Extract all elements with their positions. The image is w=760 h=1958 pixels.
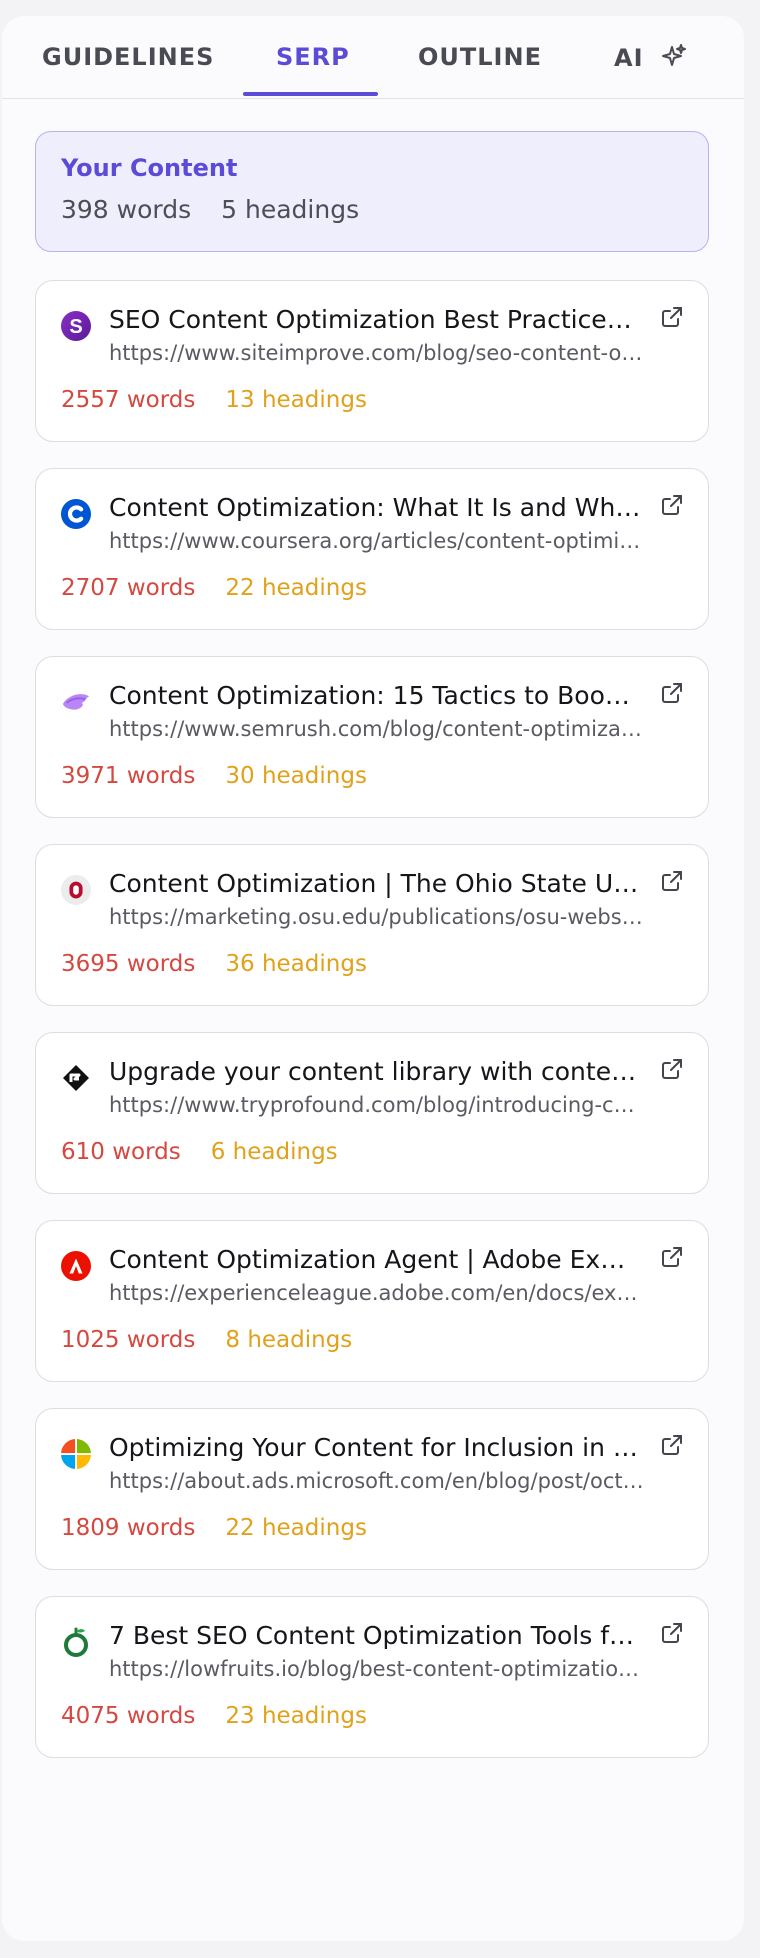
external-link-icon[interactable]: [660, 1245, 684, 1269]
result-word-count: 1025 words: [61, 1327, 196, 1353]
your-content-headings: 5 headings: [221, 195, 360, 224]
result-stats: 2557 words 13 headings: [61, 387, 367, 413]
result-heading-count: 22 headings: [225, 575, 367, 601]
svg-text:S: S: [69, 316, 82, 338]
your-content-title: Your Content: [61, 154, 238, 182]
coursera-logo-icon: [61, 499, 91, 529]
result-word-count: 4075 words: [61, 1703, 196, 1729]
external-link-icon[interactable]: [660, 493, 684, 517]
your-content-words: 398 words: [61, 195, 192, 224]
result-title[interactable]: Content Optimization: What It Is and Why…: [109, 493, 641, 522]
tab-ai[interactable]: AI: [614, 43, 687, 75]
result-url[interactable]: https://www.tryprofound.com/blog/introdu…: [109, 1093, 647, 1117]
result-heading-count: 22 headings: [225, 1515, 367, 1541]
result-heading-count: 13 headings: [225, 387, 367, 413]
lowfruits-logo-icon: [61, 1627, 91, 1657]
result-url[interactable]: https://www.semrush.com/blog/content-opt…: [109, 717, 647, 741]
tab-ai-label: AI: [614, 44, 644, 72]
result-title[interactable]: SEO Content Optimization Best Practices …: [109, 305, 641, 334]
active-tab-indicator: [243, 92, 378, 96]
external-link-icon[interactable]: [660, 1433, 684, 1457]
result-word-count: 2707 words: [61, 575, 196, 601]
external-link-icon[interactable]: [660, 869, 684, 893]
result-word-count: 2557 words: [61, 387, 196, 413]
serp-result-card[interactable]: Content Optimization Agent | Adobe Exper…: [35, 1220, 709, 1382]
result-url[interactable]: https://www.siteimprove.com/blog/seo-con…: [109, 341, 647, 365]
semrush-logo-icon: [61, 687, 91, 717]
tab-serp[interactable]: SERP: [276, 43, 350, 71]
result-title[interactable]: Optimizing Your Content for Inclusion in…: [109, 1433, 641, 1462]
result-url[interactable]: https://experienceleague.adobe.com/en/do…: [109, 1281, 647, 1305]
result-word-count: 610 words: [61, 1139, 181, 1165]
serp-result-card[interactable]: Content Optimization: 15 Tactics to Boos…: [35, 656, 709, 818]
result-title[interactable]: Content Optimization Agent | Adobe Exper…: [109, 1245, 641, 1274]
external-link-icon[interactable]: [660, 1057, 684, 1081]
result-stats: 3695 words 36 headings: [61, 951, 367, 977]
serp-result-card[interactable]: Content Optimization | The Ohio State Un…: [35, 844, 709, 1006]
external-link-icon[interactable]: [660, 1621, 684, 1645]
result-stats: 3971 words 30 headings: [61, 763, 367, 789]
result-url[interactable]: https://marketing.osu.edu/publications/o…: [109, 905, 647, 929]
result-url[interactable]: https://lowfruits.io/blog/best-content-o…: [109, 1657, 647, 1681]
result-title[interactable]: 7 Best SEO Content Optimization Tools fo…: [109, 1621, 641, 1650]
tab-outline[interactable]: OUTLINE: [418, 43, 542, 71]
result-heading-count: 30 headings: [225, 763, 367, 789]
serp-result-card[interactable]: Upgrade your content library with conten…: [35, 1032, 709, 1194]
result-stats: 2707 words 22 headings: [61, 575, 367, 601]
your-content-card: Your Content 398 words 5 headings: [35, 131, 709, 252]
result-heading-count: 6 headings: [210, 1139, 338, 1165]
result-heading-count: 36 headings: [225, 951, 367, 977]
result-word-count: 3695 words: [61, 951, 196, 977]
result-heading-count: 8 headings: [225, 1327, 353, 1353]
serp-result-card[interactable]: S SEO Content Optimization Best Practice…: [35, 280, 709, 442]
tab-bar: GUIDELINES SERP OUTLINE AI: [2, 16, 744, 99]
result-stats: 4075 words 23 headings: [61, 1703, 367, 1729]
serp-panel: GUIDELINES SERP OUTLINE AI Your Content …: [2, 16, 744, 1941]
siteimprove-logo-icon: S: [61, 311, 91, 341]
result-stats: 1809 words 22 headings: [61, 1515, 367, 1541]
result-url[interactable]: https://www.coursera.org/articles/conten…: [109, 529, 647, 553]
result-stats: 610 words 6 headings: [61, 1139, 338, 1165]
result-title[interactable]: Content Optimization | The Ohio State Un…: [109, 869, 641, 898]
adobe-logo-icon: [61, 1251, 91, 1281]
result-stats: 1025 words 8 headings: [61, 1327, 352, 1353]
result-url[interactable]: https://about.ads.microsoft.com/en/blog/…: [109, 1469, 647, 1493]
microsoft-logo-icon: [61, 1439, 91, 1469]
your-content-stats: 398 words 5 headings: [61, 195, 359, 224]
serp-result-card[interactable]: Optimizing Your Content for Inclusion in…: [35, 1408, 709, 1570]
result-heading-count: 23 headings: [225, 1703, 367, 1729]
ohio-state-logo-icon: [61, 875, 91, 905]
tab-guidelines[interactable]: GUIDELINES: [42, 43, 214, 71]
external-link-icon[interactable]: [660, 681, 684, 705]
result-word-count: 1809 words: [61, 1515, 196, 1541]
serp-result-card[interactable]: 7 Best SEO Content Optimization Tools fo…: [35, 1596, 709, 1758]
result-title[interactable]: Content Optimization: 15 Tactics to Boos…: [109, 681, 641, 710]
serp-result-card[interactable]: Content Optimization: What It Is and Why…: [35, 468, 709, 630]
result-word-count: 3971 words: [61, 763, 196, 789]
profound-logo-icon: [61, 1063, 91, 1093]
result-title[interactable]: Upgrade your content library with conten…: [109, 1057, 641, 1086]
external-link-icon[interactable]: [660, 305, 684, 329]
sparkle-icon: [661, 43, 687, 75]
